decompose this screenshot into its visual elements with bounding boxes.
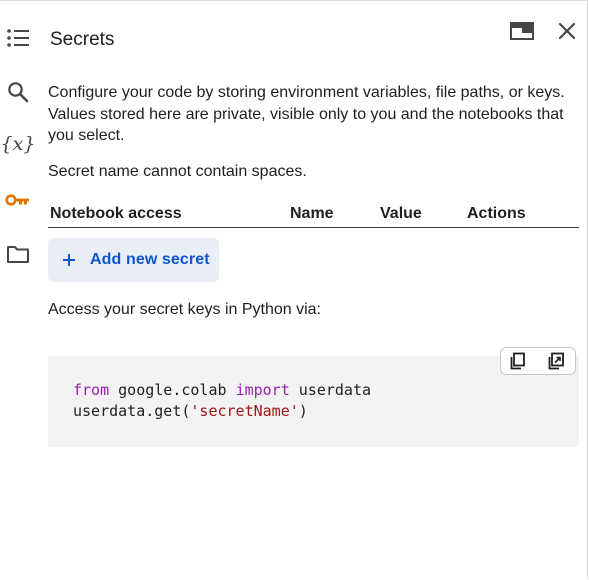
add-new-secret-button[interactable]: Add new secret xyxy=(48,238,219,282)
insert-code-icon[interactable] xyxy=(546,351,566,371)
copy-icon[interactable] xyxy=(508,351,528,371)
column-actions: Actions xyxy=(467,205,526,222)
code-import-name: userdata xyxy=(289,381,372,399)
code-close-paren: ) xyxy=(298,402,308,420)
close-button[interactable] xyxy=(553,19,581,47)
column-notebook-access: Notebook access xyxy=(50,205,182,222)
secret-name-hint: Secret name cannot contain spaces. xyxy=(48,163,307,180)
code-snippet: from google.colab import userdata userda… xyxy=(48,347,579,447)
plus-icon xyxy=(61,252,77,268)
dock-button[interactable] xyxy=(508,19,536,47)
code-keyword-import: import xyxy=(235,381,290,399)
close-icon xyxy=(557,21,577,46)
key-icon[interactable] xyxy=(5,187,31,213)
code-string: 'secretName' xyxy=(190,402,299,420)
add-new-secret-label: Add new secret xyxy=(90,251,210,268)
code-text: from google.colab import userdata userda… xyxy=(73,380,371,422)
secrets-table-header: Notebook access Name Value Actions xyxy=(48,202,579,228)
access-instructions: Access your secret keys in Python via: xyxy=(48,301,321,318)
code-module: google.colab xyxy=(109,381,236,399)
folder-icon[interactable] xyxy=(5,241,31,267)
code-keyword-from: from xyxy=(73,381,110,399)
code-call: userdata.get( xyxy=(73,402,191,420)
panel-title: Secrets xyxy=(50,29,115,50)
column-name: Name xyxy=(290,205,334,222)
secrets-panel: {x} Secrets Configure your code by stori… xyxy=(0,0,588,579)
dock-icon xyxy=(509,20,535,47)
search-icon[interactable] xyxy=(5,79,31,105)
code-actions xyxy=(500,347,576,375)
column-value: Value xyxy=(380,205,422,222)
variables-icon[interactable]: {x} xyxy=(1,131,36,157)
table-of-contents-icon[interactable] xyxy=(5,25,31,51)
panel-description: Configure your code by storing environme… xyxy=(48,84,565,144)
